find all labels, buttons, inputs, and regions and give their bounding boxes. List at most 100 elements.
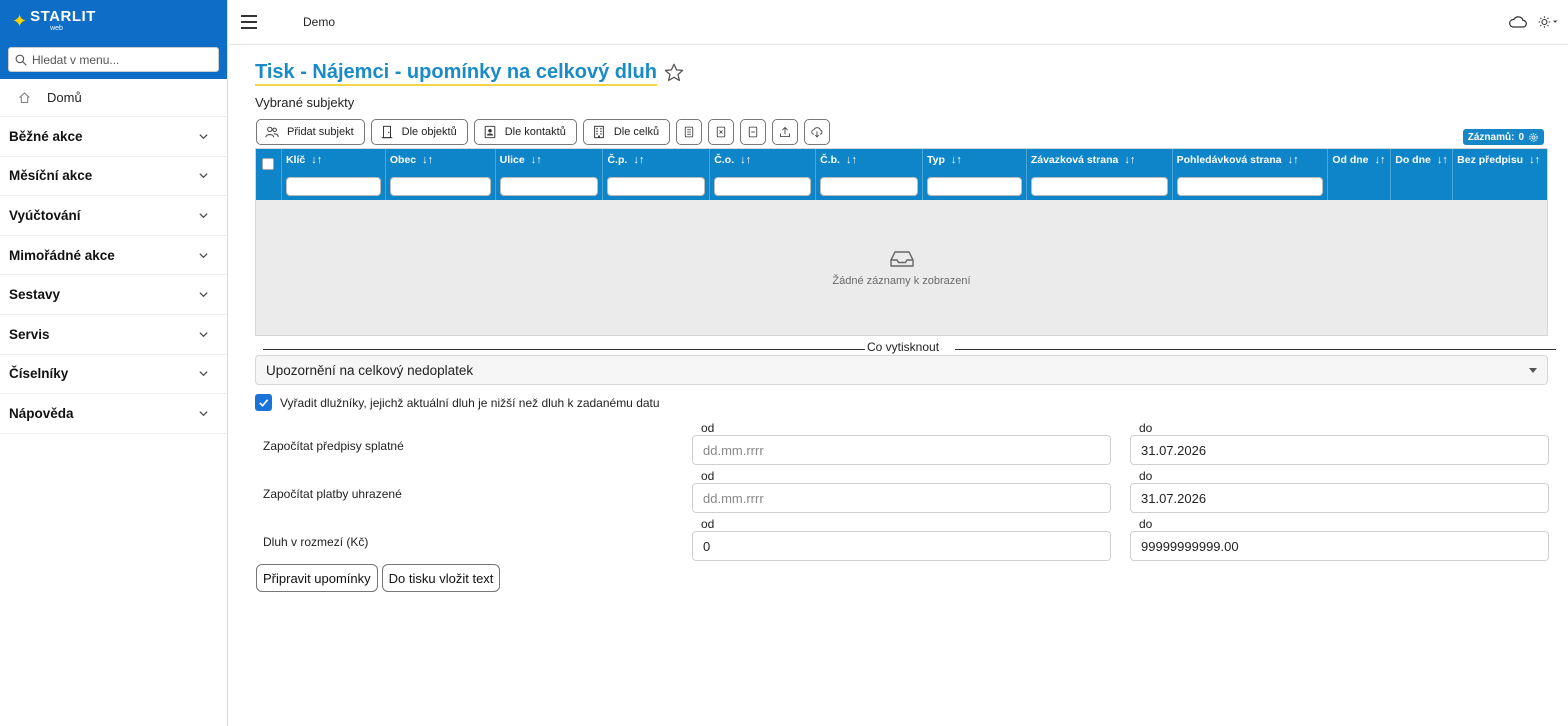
column-header[interactable]: Typ ↓↑	[923, 149, 1027, 200]
theme-toggle-icon[interactable]	[1538, 13, 1558, 31]
menu-search-input[interactable]	[32, 52, 212, 67]
column-filter-input[interactable]	[714, 177, 812, 196]
to-input[interactable]	[1141, 490, 1548, 506]
sidebar-item-3[interactable]: Mimořádné akce	[0, 236, 227, 276]
from-field[interactable]	[692, 483, 1111, 513]
column-header[interactable]: Klíč ↓↑	[282, 149, 386, 200]
logo-bar: ✦ STARLIT web	[0, 0, 227, 41]
column-filter-input[interactable]	[1030, 177, 1168, 196]
exclude-debtors-checkbox[interactable]	[255, 394, 272, 411]
column-header[interactable]: Č.b. ↓↑	[816, 149, 923, 200]
cloud-icon[interactable]	[1508, 13, 1528, 31]
column-filter-input[interactable]	[820, 177, 918, 196]
sort-icon[interactable]: ↓↑	[951, 154, 962, 166]
column-filter-input[interactable]	[1176, 177, 1324, 196]
filter-label: Dluh v rozmezí (Kč)	[263, 535, 369, 549]
sidebar-item-2[interactable]: Vyúčtování	[0, 196, 227, 236]
sort-icon[interactable]: ↓↑	[846, 154, 857, 166]
print-section-label: Co vytisknout	[865, 340, 942, 354]
column-filter-input[interactable]	[926, 177, 1022, 196]
sidebar-home-label: Domů	[47, 90, 82, 105]
favorite-star-icon[interactable]	[663, 62, 685, 84]
sidebar-item-home[interactable]: Domů	[0, 79, 227, 117]
by-units-button[interactable]: Dle celků	[582, 119, 671, 145]
column-label: Č.o. ↓↑	[714, 154, 751, 166]
column-label: Pohledávková strana ↓↑	[1177, 154, 1299, 166]
breadcrumb[interactable]: Demo	[303, 15, 335, 29]
prepare-reminders-button[interactable]: Připravit upomínky	[256, 564, 378, 592]
to-field[interactable]	[1130, 531, 1549, 561]
column-filter-input[interactable]	[285, 177, 381, 196]
by-contacts-button[interactable]: Dle kontaktů	[473, 119, 577, 145]
print-type-select[interactable]: Upozornění na celkový nedoplatek	[255, 355, 1548, 385]
from-field[interactable]	[692, 531, 1111, 561]
menu-search-box[interactable]	[8, 47, 219, 72]
from-label: od	[701, 517, 715, 531]
sort-icon[interactable]: ↓↑	[1288, 154, 1299, 166]
sort-icon[interactable]: ↓↑	[422, 154, 433, 166]
column-header[interactable]: Č.o. ↓↑	[710, 149, 817, 200]
sort-icon[interactable]: ↓↑	[1437, 154, 1448, 166]
records-count-badge[interactable]: Záznamů: 0	[1462, 129, 1544, 145]
column-header[interactable]: Závazková strana ↓↑	[1027, 149, 1173, 200]
records-label: Záznamů:	[1467, 131, 1515, 143]
gear-icon[interactable]	[1528, 132, 1539, 143]
column-label: Č.b. ↓↑	[820, 154, 857, 166]
sort-icon[interactable]: ↓↑	[531, 154, 542, 166]
empty-text: Žádné záznamy k zobrazení	[832, 275, 971, 287]
from-field[interactable]	[692, 435, 1111, 465]
sidebar-item-5[interactable]: Servis	[0, 315, 227, 355]
sidebar-item-label: Měsíční akce	[9, 168, 93, 184]
sort-icon[interactable]: ↓↑	[633, 154, 644, 166]
to-field[interactable]	[1130, 435, 1549, 465]
sidebar-item-4[interactable]: Sestavy	[0, 275, 227, 315]
sidebar-item-0[interactable]: Běžné akce	[0, 117, 227, 157]
sidebar-item-7[interactable]: Nápověda	[0, 394, 227, 434]
sort-icon[interactable]: ↓↑	[1375, 154, 1386, 166]
select-all-checkbox[interactable]	[262, 158, 274, 170]
column-header[interactable]: Ulice ↓↑	[496, 149, 604, 200]
caret-down-icon	[1529, 368, 1537, 373]
sort-icon[interactable]: ↓↑	[1529, 154, 1540, 166]
sidebar-item-1[interactable]: Měsíční akce	[0, 157, 227, 197]
column-label-text: Od dne	[1332, 154, 1369, 166]
column-header[interactable]: Obec ↓↑	[386, 149, 496, 200]
filter-label: Započítat platby uhrazené	[263, 487, 402, 501]
sort-icon[interactable]: ↓↑	[740, 154, 751, 166]
column-label: Klíč ↓↑	[286, 154, 322, 166]
minus-document-button[interactable]	[740, 119, 767, 145]
from-input[interactable]	[703, 538, 1110, 554]
column-filter-input[interactable]	[389, 177, 491, 196]
door-icon	[381, 125, 392, 139]
sort-icon[interactable]: ↓↑	[1124, 154, 1135, 166]
to-input[interactable]	[1141, 538, 1548, 554]
by-objects-button[interactable]: Dle objektů	[370, 119, 468, 145]
column-header[interactable]: Bez předpisu ↓↑	[1453, 149, 1547, 200]
column-filter-input[interactable]	[607, 177, 706, 196]
column-header[interactable]: Č.p. ↓↑	[603, 149, 711, 200]
column-filter-input[interactable]	[499, 177, 599, 196]
column-header[interactable]: Pohledávková strana ↓↑	[1173, 149, 1329, 200]
column-label-text: Pohledávková strana	[1176, 154, 1282, 166]
hamburger-icon[interactable]	[241, 15, 257, 29]
from-input[interactable]	[703, 490, 1110, 506]
from-input[interactable]	[703, 442, 1110, 458]
section-divider: Co vytisknout	[263, 340, 1556, 354]
logo[interactable]: ✦ STARLIT web	[12, 9, 96, 32]
menu-search-wrap	[0, 41, 227, 79]
column-label-text: Ulice	[499, 154, 525, 166]
to-field[interactable]	[1130, 483, 1549, 513]
users-icon	[265, 126, 279, 138]
column-header[interactable]: Od dne ↓↑	[1328, 149, 1392, 200]
sort-icon[interactable]: ↓↑	[311, 154, 322, 166]
records-count: 0	[1518, 131, 1524, 143]
insert-text-button[interactable]: Do tisku vložit text	[381, 564, 501, 592]
upload-button[interactable]	[772, 119, 799, 145]
to-input[interactable]	[1141, 442, 1548, 458]
column-header[interactable]: Do dne ↓↑	[1391, 149, 1454, 200]
add-subject-button[interactable]: Přidat subjekt	[256, 119, 365, 145]
cloud-download-button[interactable]	[804, 119, 831, 145]
sidebar-item-6[interactable]: Číselníky	[0, 355, 227, 395]
list-document-button[interactable]	[676, 119, 703, 145]
remove-document-button[interactable]	[708, 119, 735, 145]
